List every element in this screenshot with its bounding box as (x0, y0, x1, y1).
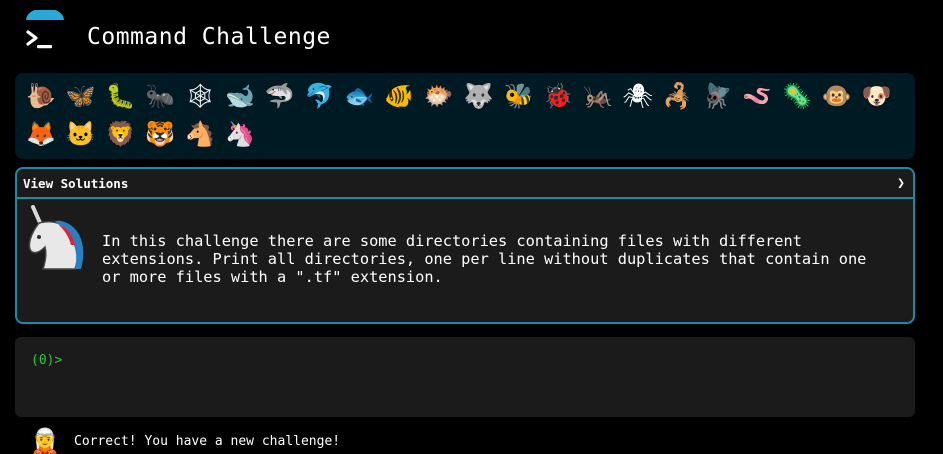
challenge-body: In this challenge there are some directo… (17, 199, 913, 322)
caterpillar-icon[interactable]: 🐛 (101, 77, 141, 115)
challenge-description: In this challenge there are some directo… (102, 232, 867, 286)
page-title: Command Challenge (87, 24, 331, 50)
whale-icon[interactable]: 🐋 (220, 77, 260, 115)
dolphin-icon[interactable]: 🐬 (300, 77, 340, 115)
monkey-icon[interactable]: 🐵 (817, 77, 857, 115)
scorpion-icon[interactable]: 🦂 (658, 77, 698, 115)
fish-icon[interactable]: 🐟 (339, 77, 379, 115)
snail-icon[interactable]: 🐌 (21, 77, 61, 115)
cricket-icon[interactable]: 🦗 (578, 77, 618, 115)
ladybug-icon[interactable]: 🐞 (538, 77, 578, 115)
spider-web-icon[interactable]: 🕸 (180, 77, 220, 115)
status-message: 🧝 Correct! You have a new challenge! (28, 426, 340, 454)
fox-icon[interactable]: 🦊 (21, 115, 61, 153)
elf-icon: 🧝 (30, 427, 60, 454)
view-solutions-toggle[interactable]: View Solutions ❯ (17, 169, 913, 199)
status-text: Correct! You have a new challenge! (74, 433, 341, 449)
tropical-fish-icon[interactable]: 🐠 (379, 77, 419, 115)
cat-icon[interactable]: 🐱 (61, 115, 101, 153)
terminal-input[interactable] (75, 353, 856, 368)
dog-icon[interactable]: 🐶 (857, 77, 897, 115)
horse-icon[interactable]: 🐴 (180, 115, 220, 153)
challenge-animal-bar: 🐌 🦋 🐛 🐜 🕸 🐋 🦈 🐬 🐟 🐠 🐡 🐺 🐝 🐞 🦗 🕷 🦂 🪰 🪱 🦠 🐵 🐶 🦊 🐱 🦁 🐯 🐴 🦄 (15, 73, 915, 159)
shark-icon[interactable]: 🦈 (260, 77, 300, 115)
fly-icon[interactable]: 🪰 (698, 77, 738, 115)
terminal-prompt: (0)> (31, 353, 63, 368)
terminal[interactable]: (0)> (15, 337, 915, 417)
terminal-prompt-icon[interactable] (24, 10, 66, 58)
butterfly-icon[interactable]: 🦋 (61, 77, 101, 115)
chevron-right-icon: ❯ (897, 175, 905, 191)
view-solutions-label: View Solutions (23, 175, 129, 191)
header: Command Challenge (0, 0, 943, 70)
microbe-icon[interactable]: 🦠 (777, 77, 817, 115)
unicorn-icon (28, 205, 84, 270)
animal-grid: 🐌 🦋 🐛 🐜 🕸 🐋 🦈 🐬 🐟 🐠 🐡 🐺 🐝 🐞 🦗 🕷 🦂 🪰 🪱 🦠 🐵 🐶 🦊 🐱 🦁 🐯 🐴 🦄 (21, 77, 911, 153)
blowfish-icon[interactable]: 🐡 (419, 77, 459, 115)
tiger-icon[interactable]: 🐯 (140, 115, 180, 153)
unicorn-icon[interactable]: 🦄 (220, 115, 260, 153)
bee-icon[interactable]: 🐝 (499, 77, 539, 115)
lion-icon[interactable]: 🦁 (101, 115, 141, 153)
ant-icon[interactable]: 🐜 (140, 77, 180, 115)
challenge-panel: View Solutions ❯ In this challenge there… (15, 167, 915, 324)
worm-icon[interactable]: 🪱 (737, 77, 777, 115)
wolf-icon[interactable]: 🐺 (459, 77, 499, 115)
spider-icon[interactable]: 🕷 (618, 77, 658, 115)
